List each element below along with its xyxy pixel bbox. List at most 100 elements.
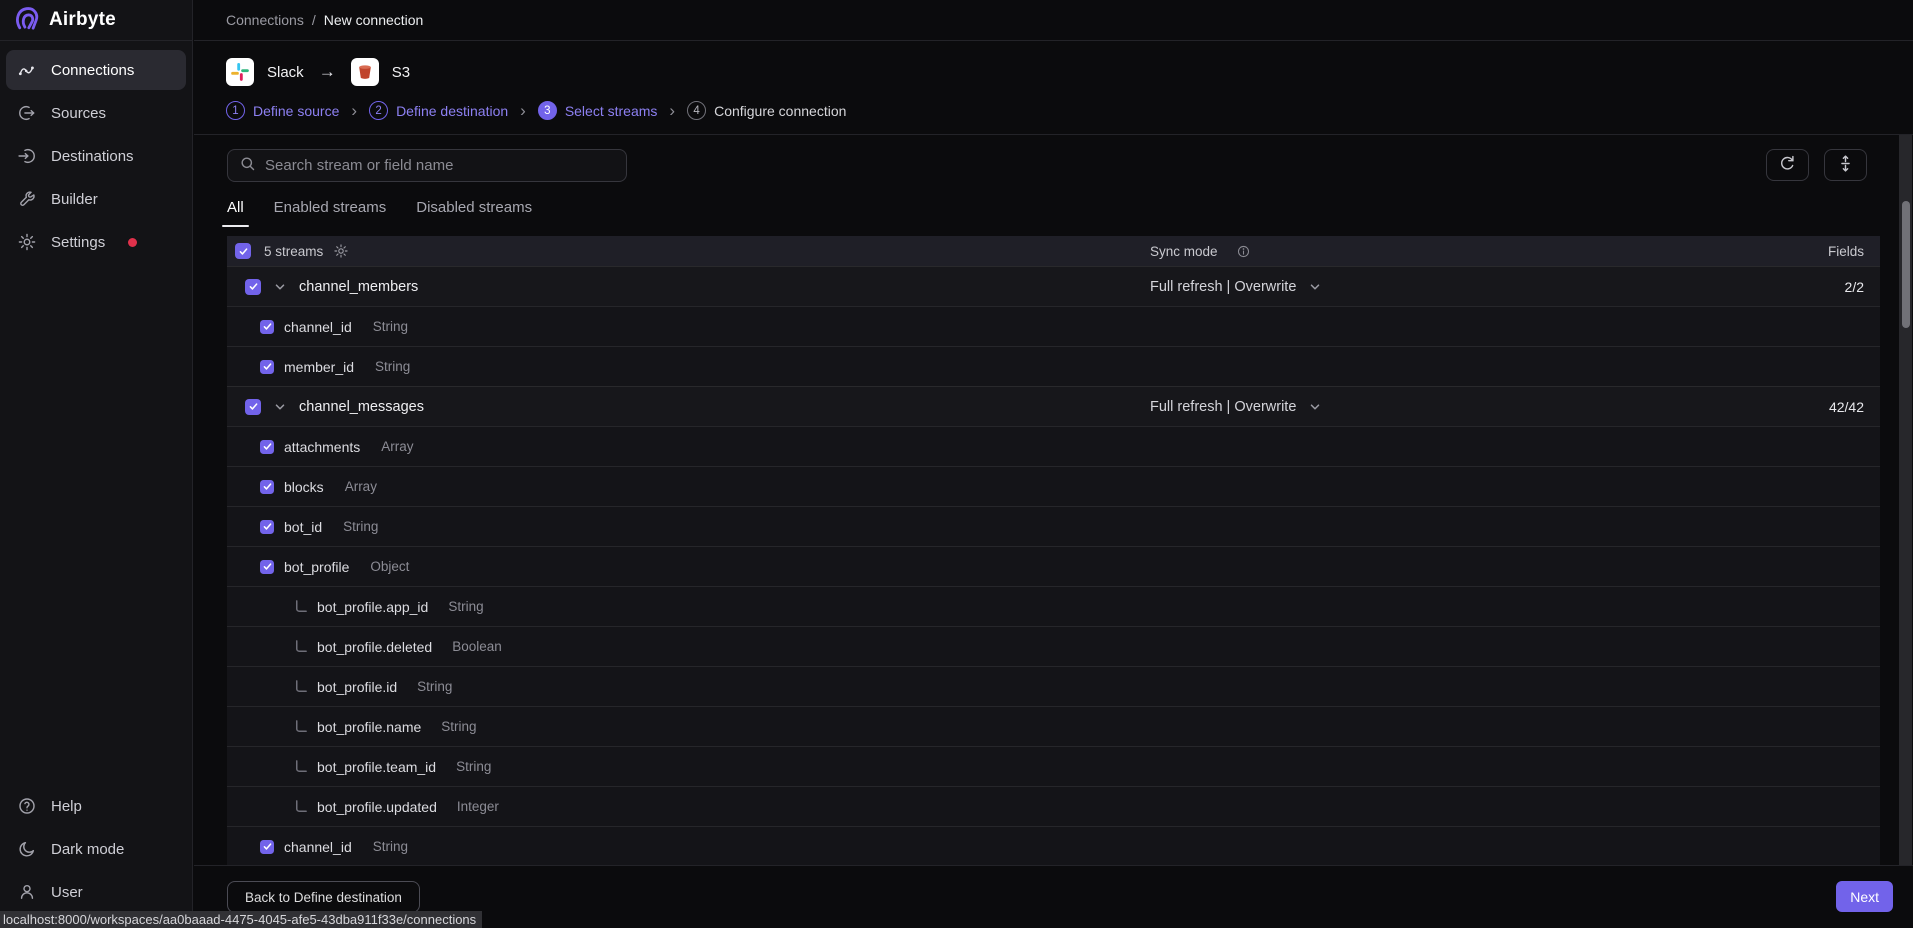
step-select-streams[interactable]: 3 Select streams	[538, 101, 658, 120]
field-checkbox[interactable]	[260, 560, 274, 574]
sidebar-item-settings[interactable]: Settings	[6, 222, 186, 262]
field-type: String	[441, 719, 476, 734]
streams-toolbar	[194, 135, 1913, 182]
field-name: bot_id	[284, 519, 322, 535]
moon-icon	[16, 838, 38, 860]
step-number: 1	[226, 101, 245, 120]
source-name: Slack	[267, 64, 304, 81]
sidebar-item-help[interactable]: Help	[6, 786, 186, 826]
field-row[interactable]: bot_profile.updatedInteger	[227, 786, 1880, 826]
field-row[interactable]: bot_profileObject	[227, 546, 1880, 586]
field-name: channel_id	[284, 839, 352, 855]
stream-name: channel_members	[299, 279, 418, 295]
field-type: Object	[370, 559, 409, 574]
gear-icon[interactable]	[333, 243, 349, 259]
next-button[interactable]: Next	[1836, 881, 1893, 912]
sidebar-item-user[interactable]: User	[6, 872, 186, 912]
step-number: 3	[538, 101, 557, 120]
sidebar-item-dark-mode[interactable]: Dark mode	[6, 829, 186, 869]
breadcrumb-connections-link[interactable]: Connections	[226, 12, 304, 28]
connection-header: Slack → S3	[194, 41, 1913, 86]
step-number: 2	[369, 101, 388, 120]
chevron-down-icon[interactable]	[273, 280, 287, 294]
refresh-schema-button[interactable]	[1766, 149, 1809, 181]
field-row[interactable]: bot_profile.idString	[227, 666, 1880, 706]
step-define-source[interactable]: 1Define source	[226, 101, 339, 120]
field-row[interactable]: channel_idString	[227, 826, 1880, 865]
sidebar-item-label: Sources	[51, 105, 106, 122]
builder-icon	[16, 188, 38, 210]
field-checkbox[interactable]	[260, 840, 274, 854]
fields-count: 42/42	[1725, 399, 1880, 415]
expand-collapse-button[interactable]	[1824, 149, 1867, 181]
step-configure-connection[interactable]: 4Configure connection	[687, 101, 846, 120]
tree-connector-icon	[293, 719, 308, 734]
stream-search[interactable]	[227, 149, 627, 182]
field-checkbox[interactable]	[260, 520, 274, 534]
field-checkbox[interactable]	[260, 320, 274, 334]
stream-row[interactable]: channel_messagesFull refresh | Overwrite…	[227, 386, 1880, 426]
field-row[interactable]: blocksArray	[227, 466, 1880, 506]
field-name: bot_profile.app_id	[317, 599, 428, 615]
field-row[interactable]: bot_profile.name String	[227, 706, 1880, 746]
vertical-scrollbar[interactable]	[1899, 135, 1912, 865]
breadcrumb-separator: /	[312, 12, 316, 28]
field-checkbox[interactable]	[260, 480, 274, 494]
refresh-icon	[1778, 154, 1797, 176]
sync-mode-select[interactable]: Full refresh | Overwrite	[1150, 399, 1725, 415]
airbyte-logo-icon	[13, 5, 39, 36]
field-row[interactable]: member_idString	[227, 346, 1880, 386]
step-label: Select streams	[565, 103, 658, 119]
main-area: Connections / New connection Slack → S3 …	[194, 0, 1913, 928]
stream-checkbox[interactable]	[245, 399, 261, 415]
s3-icon	[351, 58, 379, 86]
step-define-destination[interactable]: 2Define destination	[369, 101, 508, 120]
field-type: String	[456, 759, 491, 774]
brand[interactable]: Airbyte	[0, 0, 192, 41]
field-row[interactable]: attachmentsArray	[227, 426, 1880, 466]
field-name: bot_profile.updated	[317, 799, 437, 815]
tree-connector-icon	[293, 759, 308, 774]
settings-icon	[16, 231, 38, 253]
tab-disabled-streams[interactable]: Disabled streams	[416, 199, 532, 227]
sidebar-item-sources[interactable]: Sources	[6, 93, 186, 133]
field-row[interactable]: bot_profile.team_idString	[227, 746, 1880, 786]
sync-mode-select[interactable]: Full refresh | Overwrite	[1150, 279, 1725, 295]
select-all-checkbox[interactable]	[235, 243, 251, 259]
step-number: 4	[687, 101, 706, 120]
chevron-down-icon	[1308, 400, 1322, 414]
step-separator-icon: ›	[351, 102, 357, 119]
tab-enabled-streams[interactable]: Enabled streams	[274, 199, 387, 227]
field-type: Array	[381, 439, 413, 454]
expand-vertical-icon	[1836, 154, 1855, 176]
wizard-stepper: 1Define source › 2Define destination › 3 Sele…	[194, 86, 1913, 120]
field-type: String	[375, 359, 410, 374]
sidebar-item-destinations[interactable]: Destinations	[6, 136, 186, 176]
scrollbar-thumb[interactable]	[1902, 201, 1910, 328]
field-row[interactable]: bot_idString	[227, 506, 1880, 546]
search-input[interactable]	[265, 157, 615, 174]
sidebar-item-label: Destinations	[51, 148, 134, 165]
search-icon	[239, 155, 256, 177]
field-row[interactable]: bot_profile.app_idString	[227, 586, 1880, 626]
tab-all[interactable]: All	[227, 199, 244, 227]
slack-icon	[226, 58, 254, 86]
connections-icon	[16, 59, 38, 81]
stream-filter-tabs: All Enabled streams Disabled streams	[194, 182, 1913, 227]
sync-mode-value: Full refresh | Overwrite	[1150, 399, 1296, 415]
stream-row[interactable]: channel_membersFull refresh | Overwrite2…	[227, 266, 1880, 306]
stream-checkbox[interactable]	[245, 279, 261, 295]
sidebar-item-connections[interactable]: Connections	[6, 50, 186, 90]
field-row[interactable]: bot_profile.deletedBoolean	[227, 626, 1880, 666]
chevron-down-icon[interactable]	[273, 400, 287, 414]
field-checkbox[interactable]	[260, 440, 274, 454]
field-name: bot_profile.name	[317, 719, 421, 735]
sync-mode-value: Full refresh | Overwrite	[1150, 279, 1296, 295]
back-button[interactable]: Back to Define destination	[227, 881, 420, 913]
sync-mode-header: Sync mode	[1150, 244, 1218, 259]
field-row[interactable]: channel_idString	[227, 306, 1880, 346]
sidebar-item-builder[interactable]: Builder	[6, 179, 186, 219]
field-checkbox[interactable]	[260, 360, 274, 374]
sidebar: Airbyte Connections Sources Destinations Bu…	[0, 0, 193, 928]
step-separator-icon: ›	[520, 102, 526, 119]
